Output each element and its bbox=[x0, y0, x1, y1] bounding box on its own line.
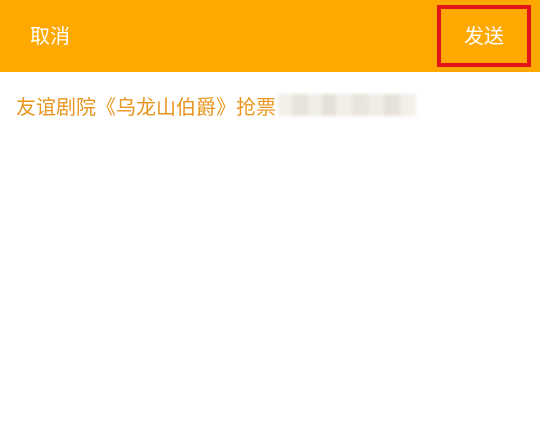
cancel-button[interactable]: 取消 bbox=[30, 0, 70, 72]
send-button[interactable]: 发送 bbox=[441, 9, 527, 63]
message-text: 友谊剧院《乌龙山伯爵》抢票 bbox=[16, 94, 276, 119]
message-line: 友谊剧院《乌龙山伯爵》抢票 bbox=[16, 90, 416, 120]
message-compose-area[interactable]: 友谊剧院《乌龙山伯爵》抢票 bbox=[0, 72, 540, 426]
top-bar: 取消 发送 bbox=[0, 0, 540, 72]
send-button-highlight: 发送 bbox=[437, 5, 531, 67]
redacted-link bbox=[278, 94, 416, 116]
